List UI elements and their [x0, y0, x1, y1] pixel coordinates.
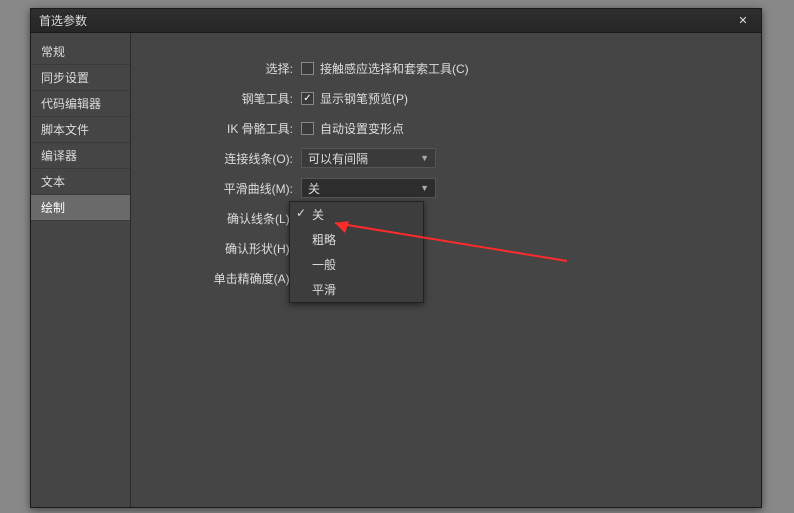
checkbox-pen[interactable]	[301, 92, 314, 105]
row-select: 选择: 接触感应选择和套索工具(C)	[151, 57, 741, 79]
row-ik: IK 骨骼工具: 自动设置变形点	[151, 117, 741, 139]
close-icon: ✕	[738, 14, 747, 27]
close-button[interactable]: ✕	[733, 13, 753, 29]
dropdown-smooth-menu: 关 粗略 一般 平滑	[289, 201, 424, 303]
checkbox-label-pen: 显示钢笔预览(P)	[320, 90, 408, 107]
body: 常规 同步设置 代码编辑器 脚本文件 编译器 文本 绘制 选择: 接触感应选择和…	[31, 33, 761, 507]
sidebar-item-script[interactable]: 脚本文件	[31, 117, 130, 143]
checkbox-label-select: 接触感应选择和套索工具(C)	[320, 60, 469, 77]
label-smooth: 平滑曲线(M):	[151, 180, 301, 197]
chevron-down-icon: ▼	[420, 153, 429, 163]
row-click-accuracy: 单击精确度(A):	[151, 267, 741, 289]
dropdown-option-rough[interactable]: 粗略	[290, 227, 423, 252]
row-confirm-shape: 确认形状(H):	[151, 237, 741, 259]
sidebar-item-compiler[interactable]: 编译器	[31, 143, 130, 169]
label-pen: 钢笔工具:	[151, 90, 301, 107]
preferences-window: 首选参数 ✕ 常规 同步设置 代码编辑器 脚本文件 编译器 文本 绘制 选择: …	[30, 8, 762, 508]
main-panel: 选择: 接触感应选择和套索工具(C) 钢笔工具: 显示钢笔预览(P) IK 骨骼…	[131, 33, 761, 507]
row-connect: 连接线条(O): 可以有间隔 ▼	[151, 147, 741, 169]
label-click-accuracy: 单击精确度(A):	[151, 270, 301, 287]
sidebar-item-sync[interactable]: 同步设置	[31, 65, 130, 91]
row-confirm-line: 确认线条(L):	[151, 207, 741, 229]
dropdown-option-normal[interactable]: 一般	[290, 252, 423, 277]
label-connect: 连接线条(O):	[151, 150, 301, 167]
chevron-down-icon: ▼	[420, 183, 429, 193]
dropdown-option-off[interactable]: 关	[290, 202, 423, 227]
window-title: 首选参数	[39, 12, 87, 29]
label-select: 选择:	[151, 60, 301, 77]
sidebar-item-code-editor[interactable]: 代码编辑器	[31, 91, 130, 117]
sidebar: 常规 同步设置 代码编辑器 脚本文件 编译器 文本 绘制	[31, 33, 131, 507]
checkbox-select[interactable]	[301, 62, 314, 75]
titlebar: 首选参数 ✕	[31, 9, 761, 33]
label-confirm-shape: 确认形状(H):	[151, 240, 301, 257]
dropdown-connect[interactable]: 可以有间隔 ▼	[301, 148, 436, 168]
row-smooth: 平滑曲线(M): 关 ▼	[151, 177, 741, 199]
dropdown-option-smooth[interactable]: 平滑	[290, 277, 423, 302]
dropdown-connect-value: 可以有间隔	[308, 150, 368, 167]
label-confirm-line: 确认线条(L):	[151, 210, 301, 227]
checkbox-label-ik: 自动设置变形点	[320, 120, 404, 137]
checkbox-ik[interactable]	[301, 122, 314, 135]
sidebar-item-general[interactable]: 常规	[31, 39, 130, 65]
row-pen: 钢笔工具: 显示钢笔预览(P)	[151, 87, 741, 109]
sidebar-item-drawing[interactable]: 绘制	[31, 195, 130, 221]
label-ik: IK 骨骼工具:	[151, 120, 301, 137]
sidebar-item-text[interactable]: 文本	[31, 169, 130, 195]
dropdown-smooth[interactable]: 关 ▼	[301, 178, 436, 198]
dropdown-smooth-value: 关	[308, 180, 320, 197]
